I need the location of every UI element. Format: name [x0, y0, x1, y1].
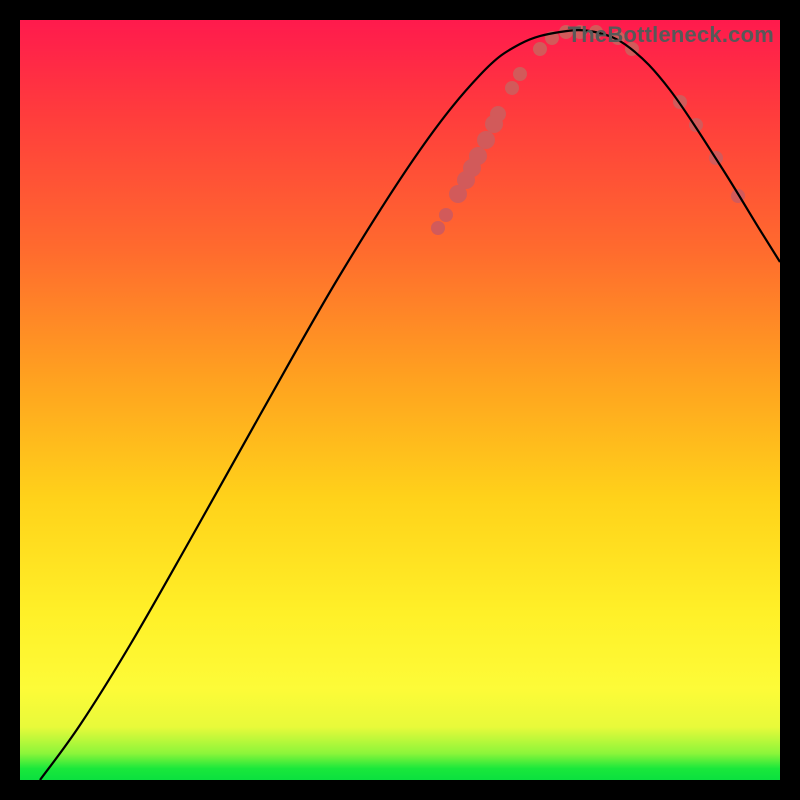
bottleneck-curve-chart [20, 20, 780, 780]
data-marker [431, 221, 445, 235]
data-marker [513, 67, 527, 81]
data-marker [490, 106, 506, 122]
attribution-label: TheBottleneck.com [568, 22, 774, 48]
data-marker [469, 147, 487, 165]
data-marker [439, 208, 453, 222]
chart-frame: TheBottleneck.com [20, 20, 780, 780]
data-marker [477, 131, 495, 149]
data-marker [505, 81, 519, 95]
bottleneck-curve [40, 30, 780, 780]
data-marker [533, 42, 547, 56]
